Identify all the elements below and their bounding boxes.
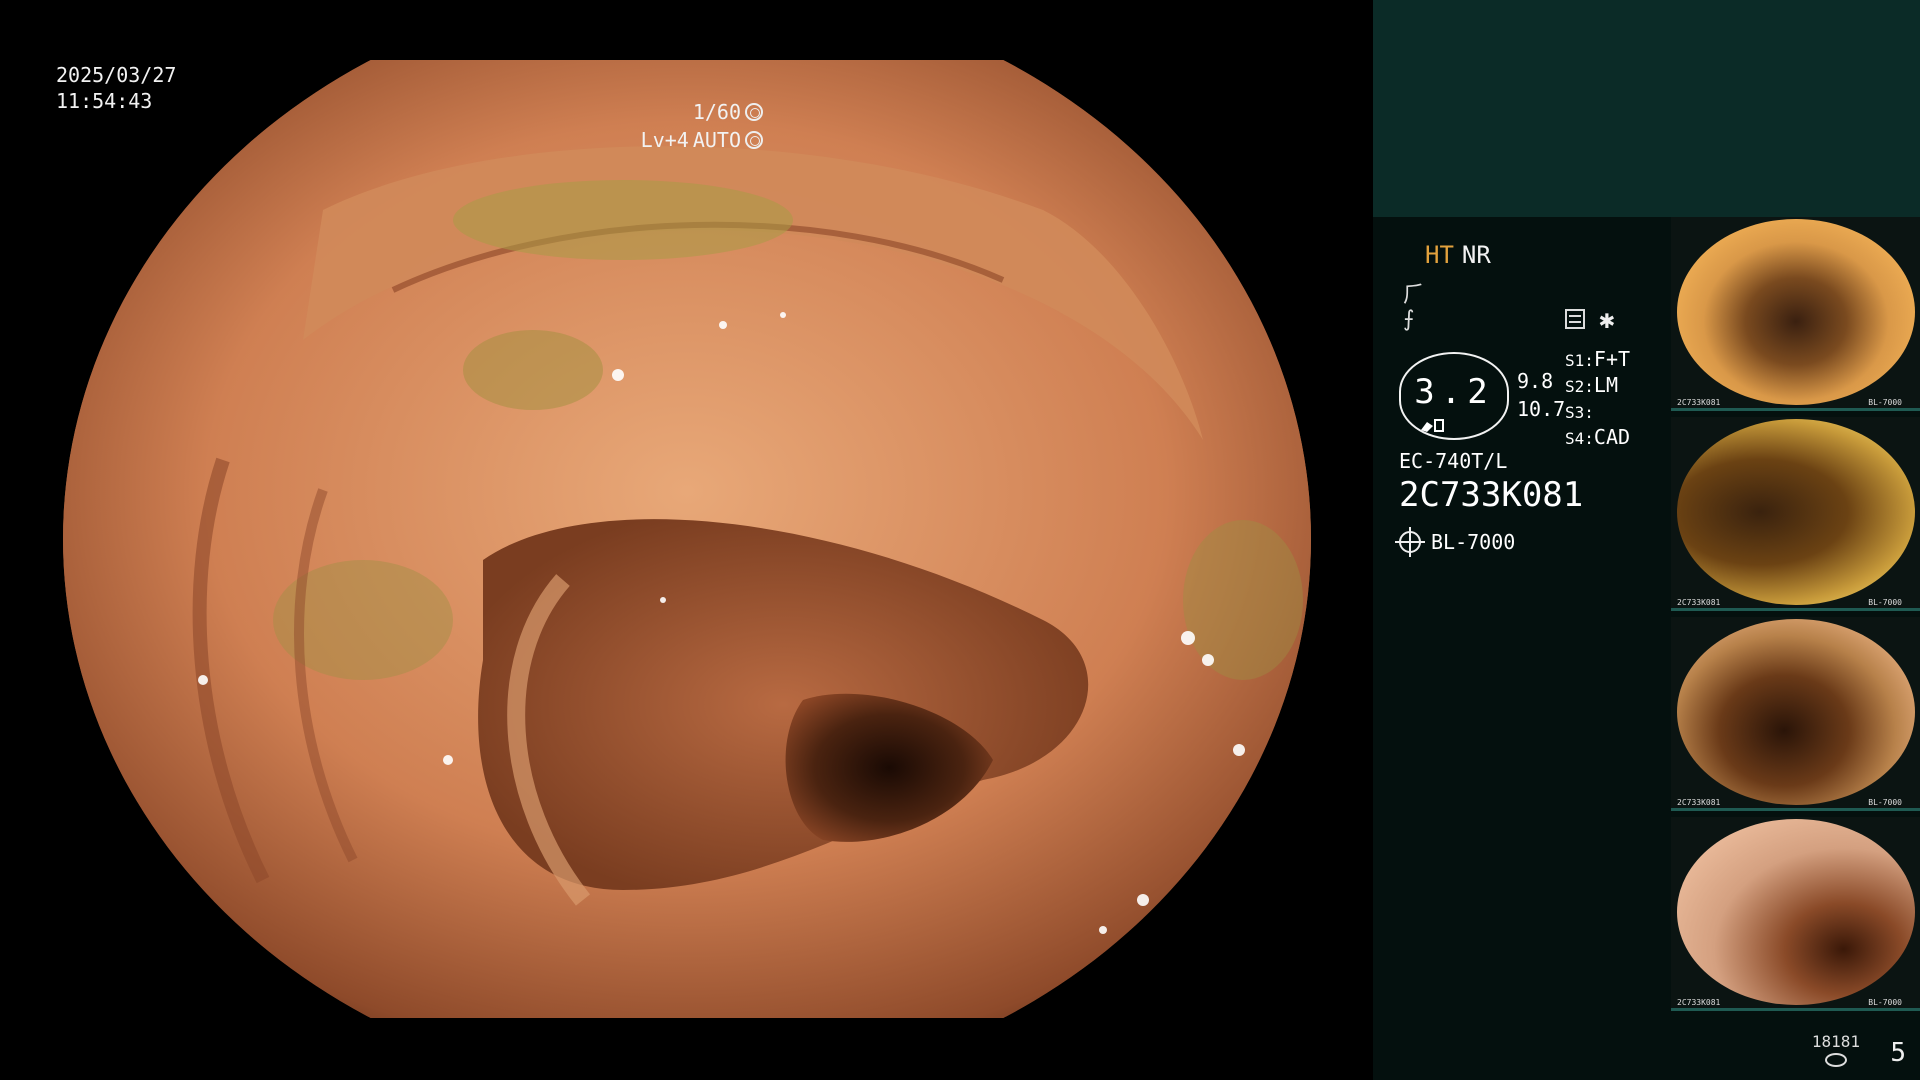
storage-icon	[1824, 1053, 1847, 1067]
thumbnail-bar	[1671, 1008, 1920, 1011]
iris-icon	[745, 131, 763, 149]
exposure-overlay: 1/60 Lv+4 AUTO	[641, 98, 763, 154]
thumbnail-bar	[1671, 808, 1920, 811]
thumbnail[interactable]: 2C733K081 BL-7000	[1671, 417, 1920, 611]
page-number: 5	[1890, 1038, 1906, 1068]
switch-s2: S2:LM	[1565, 373, 1618, 397]
thumbnail-image	[1677, 619, 1915, 805]
light-source: BL-7000	[1395, 527, 1516, 557]
switch-s4: S4:CAD	[1565, 425, 1631, 449]
thumbnail-code: 2C733K081	[1677, 398, 1721, 407]
storage-indicator: 18181	[1812, 1032, 1860, 1067]
thumbnail[interactable]: 2C733K081 BL-7000	[1671, 817, 1920, 1011]
thumbnail-image	[1677, 819, 1915, 1005]
endoscopy-monitor: 2025/03/27 11:54:43 1/60 Lv+4 AUTO HT NR …	[0, 0, 1920, 1080]
date-text: 2025/03/27	[56, 63, 177, 87]
main-view: 2025/03/27 11:54:43 1/60 Lv+4 AUTO	[0, 0, 1373, 1080]
thumbnail-image	[1677, 419, 1915, 605]
panel-header-area	[1373, 0, 1920, 217]
nr-indicator: NR	[1461, 241, 1491, 269]
right-panel: HT NR ⺁ ⨍ ✱ 3.2 9.8 10.7 S1:F+T S2:LM S3:…	[1373, 0, 1920, 1080]
thumbnail-code: 2C733K081	[1677, 598, 1721, 607]
thumbnail-image	[1677, 219, 1915, 405]
shutter-row: 1/60	[641, 98, 763, 126]
thumbnail-light: BL-7000	[1868, 998, 1902, 1007]
shutter-icon	[745, 103, 763, 121]
thumbnail[interactable]: 2C733K081 BL-7000	[1671, 217, 1920, 411]
scope-model: EC-740T/L	[1399, 449, 1508, 473]
settings-list-icon	[1565, 309, 1585, 329]
zoom-indicator: 3.2	[1399, 352, 1509, 440]
endoscopic-image	[63, 60, 1311, 1018]
date-time-overlay: 2025/03/27 11:54:43	[56, 62, 176, 114]
iris-row: Lv+4 AUTO	[641, 126, 763, 154]
ht-indicator: HT	[1425, 241, 1454, 269]
structure-enhancement-icon: ⺁	[1403, 283, 1426, 308]
thumbnail-strip: 2C733K081 BL-7000 2C733K081 BL-7000 2C73…	[1671, 217, 1920, 1017]
enhancement-indicators: HT NR	[1425, 241, 1491, 269]
light-source-icon	[1395, 527, 1425, 557]
switch-assignments: S1:F+T S2:LM S3: S4:CAD	[1565, 347, 1630, 451]
color-enhancement-icon: ⨍	[1403, 307, 1415, 332]
shutter-text: 1/60	[692, 100, 741, 124]
time-text: 11:54:43	[56, 89, 153, 113]
thumbnail-light: BL-7000	[1868, 598, 1902, 607]
switch-s3: S3:	[1565, 403, 1594, 422]
thumbnail-light: BL-7000	[1868, 398, 1902, 407]
asterisk-icon: ✱	[1599, 305, 1615, 335]
thumbnail-bar	[1671, 608, 1920, 611]
thumbnail-light: BL-7000	[1868, 798, 1902, 807]
thumbnail[interactable]: 2C733K081 BL-7000	[1671, 617, 1920, 811]
mode-text: AUTO	[692, 128, 741, 152]
zoom-value: 3.2	[1414, 372, 1494, 412]
colon-lumen-illustration	[63, 60, 1311, 1018]
light-source-text: BL-7000	[1431, 530, 1516, 554]
switch-s1: S1:F+T	[1565, 347, 1631, 371]
value-2: 10.7	[1517, 397, 1566, 421]
scope-info: HT NR ⺁ ⨍ ✱ 3.2 9.8 10.7 S1:F+T S2:LM S3:…	[1373, 217, 1673, 1080]
thumbnail-code: 2C733K081	[1677, 798, 1721, 807]
thumbnail-bar	[1671, 408, 1920, 411]
value-1: 9.8	[1517, 369, 1554, 393]
scope-serial: 2C733K081	[1399, 475, 1584, 515]
thumbnail-code: 2C733K081	[1677, 998, 1721, 1007]
storage-count: 18181	[1811, 1032, 1860, 1051]
level-text: Lv+4	[640, 128, 689, 152]
zoom-marker-icon	[1421, 419, 1444, 432]
